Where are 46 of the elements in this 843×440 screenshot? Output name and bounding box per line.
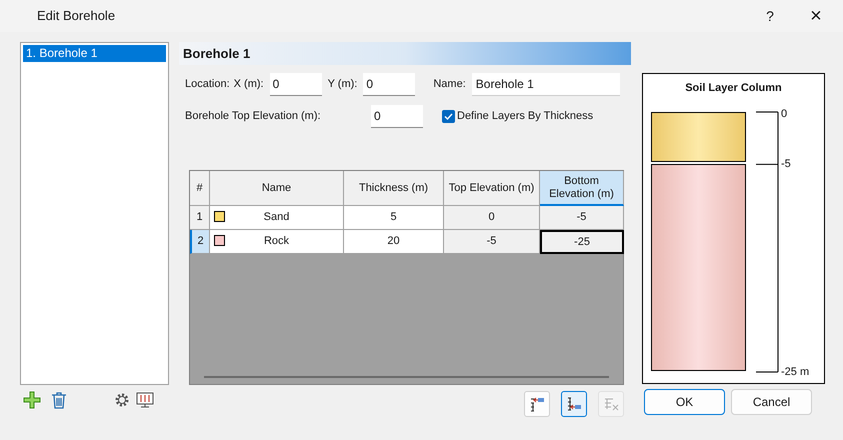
window-title: Edit Borehole (37, 7, 116, 26)
table-cell: -25 (540, 230, 624, 254)
table-cell: 20 (344, 230, 444, 254)
depth-label: -5 (781, 158, 791, 170)
name-input[interactable]: Borehole 1 (472, 72, 620, 96)
trash-icon[interactable] (51, 391, 67, 409)
borehole-list-item[interactable]: 1. Borehole 1 (23, 45, 166, 62)
table-cell: 5 (344, 206, 444, 230)
y-input[interactable]: 0 (363, 72, 416, 96)
top-elevation-label: Borehole Top Elevation (m): (185, 108, 322, 124)
thickness-checkbox[interactable]: Define Layers By Thickness (442, 108, 594, 124)
ok-button[interactable]: OK (644, 389, 725, 415)
color-swatch[interactable] (214, 235, 225, 246)
location-label: Location: (185, 76, 230, 92)
column-header[interactable]: Bottom Elevation (m) (540, 171, 624, 206)
row-header[interactable]: 1 (190, 206, 210, 230)
depth-label: -25 m (781, 366, 810, 378)
depth-label: 0 (781, 108, 788, 120)
insert-row-above-icon (529, 396, 545, 412)
soil-column-title: Soil Layer Column (685, 81, 782, 96)
insert-row-below-icon (566, 396, 582, 412)
table-cell: Sand (210, 206, 344, 230)
top-elevation-input[interactable]: 0 (371, 104, 423, 128)
row-header[interactable]: 2 (190, 230, 210, 254)
checkmark-icon (444, 112, 453, 120)
x-input[interactable]: 0 (270, 72, 322, 96)
name-label: Name: (433, 76, 466, 92)
add-icon[interactable] (23, 391, 41, 409)
table-cell: -5 (444, 230, 540, 254)
delete-row-icon (603, 396, 619, 412)
close-button[interactable]: × (793, 0, 839, 32)
monitor-icon[interactable] (136, 391, 154, 409)
checkbox[interactable] (442, 110, 455, 122)
cancel-button[interactable]: Cancel (731, 389, 812, 415)
horizontal-scrollbar[interactable] (204, 376, 609, 378)
help-button[interactable]: ? (747, 0, 793, 32)
panel-title: Borehole 1 (183, 44, 250, 63)
table-cell: 0 (444, 206, 540, 230)
insert-below-button[interactable] (561, 391, 587, 417)
color-swatch[interactable] (214, 211, 225, 222)
y-label: Y (m): (328, 76, 358, 92)
table-cell: -5 (540, 206, 624, 230)
settings-icon[interactable] (114, 392, 130, 408)
x-label: X (m): (234, 76, 264, 92)
insert-above-button[interactable] (524, 391, 550, 417)
table-cell: Rock (210, 230, 344, 254)
